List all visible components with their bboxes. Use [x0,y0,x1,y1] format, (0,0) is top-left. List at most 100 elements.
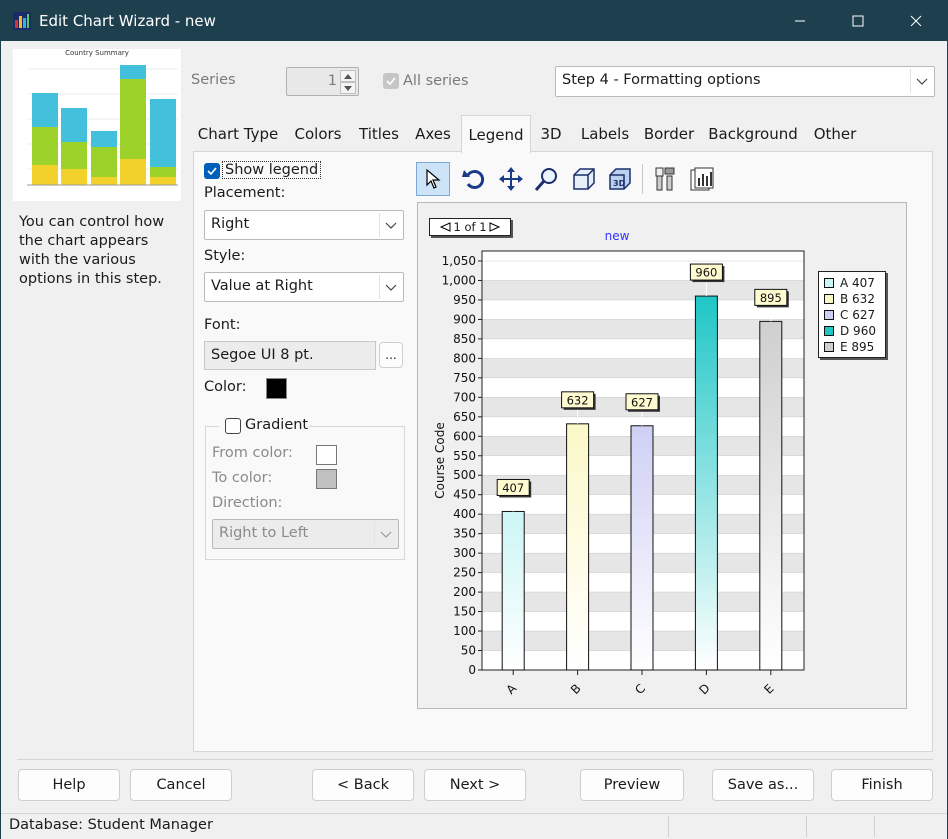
toolbar-separator [642,164,643,194]
y-tick-label: 100 [453,624,476,638]
preview-button[interactable]: Preview [580,769,684,801]
font-browse-button[interactable]: ... [379,342,403,368]
series-spinner[interactable]: 1 [286,67,359,96]
maximize-button[interactable] [829,1,887,41]
tab-colors[interactable]: Colors [287,117,349,151]
show-legend-checkbox[interactable] [204,163,220,179]
y-tick-label: 150 [453,605,476,619]
caret-up-icon [344,73,352,79]
chevron-down-icon [385,284,396,291]
zoom-tool-button[interactable] [530,162,564,196]
chart-legend-list: A 407 B 632 C 627 D 960 E 895 [824,275,880,355]
all-series-label: All series [403,73,469,89]
tools-icon [655,167,675,191]
y-axis-label: Course Code [433,422,447,498]
y-tick-label: 200 [453,585,476,599]
close-button[interactable] [887,1,945,41]
next-button[interactable]: Next > [424,769,526,801]
data-label: 632 [567,393,589,407]
pager-prev-icon[interactable] [439,222,451,232]
tab-legend[interactable]: Legend [461,115,531,153]
x-tick-label: A [504,681,520,697]
rotate-tool-button[interactable] [458,162,492,196]
finish-button[interactable]: Finish [831,769,933,801]
x-tick-label: C [632,681,648,697]
color-label: Color: [204,379,247,395]
style-select[interactable]: Value at Right [204,272,404,302]
placement-value: Right [211,216,250,232]
status-divider [668,816,669,837]
thumbnail-graphic [27,65,178,186]
chevron-down-icon [916,78,927,85]
chevron-down-icon [385,222,396,229]
placement-label: Placement: [204,185,286,201]
placement-select[interactable]: Right [204,210,404,240]
y-axis-ticks: 0 50 100 150 200 250 300 350 400 450 500 550 600 650 7… [442,254,482,677]
caret-down-icon [344,85,352,91]
tab-3d[interactable]: 3D [533,117,569,151]
y-tick-label: 400 [453,507,476,521]
app-icon [13,12,31,30]
tab-border[interactable]: Border [639,117,699,151]
chart-thumbnail: Country Summary [13,49,181,201]
tab-labels[interactable]: Labels [575,117,635,151]
series-label: Series [191,72,236,88]
font-field[interactable]: Segoe UI 8 pt. [204,341,376,370]
from-color-label: From color: [212,445,293,461]
3d-tool-button[interactable]: 3D [603,162,637,196]
tab-titles[interactable]: Titles [355,117,403,151]
series-down-button[interactable] [340,82,356,94]
y-tick-label: 750 [453,371,476,385]
bar-C [630,425,654,671]
y-tick-label: 1,000 [442,273,476,287]
y-tick-label: 300 [453,546,476,560]
move-tool-button[interactable] [494,162,528,196]
gradient-checkbox[interactable] [225,418,241,434]
legend-color-swatch[interactable] [266,378,287,399]
data-label: 407 [502,481,524,495]
save-as-button[interactable]: Save as... [712,769,814,801]
window-title: Edit Chart Wizard - new [39,12,216,30]
check-icon [207,167,217,175]
style-arrow [379,275,401,299]
step-select-value: Step 4 - Formatting options [562,72,761,88]
status-divider [806,816,807,837]
tools-button[interactable] [648,162,682,196]
minimize-button[interactable] [771,1,829,41]
back-button[interactable]: < Back [312,769,414,801]
all-series-checkbox[interactable] [383,73,399,89]
chart-legend: A 407 B 632 C 627 D 960 E 895 [818,271,886,358]
chart-pager[interactable]: 1 of 1 [429,218,511,236]
placement-arrow [379,213,401,237]
legend-entry: D 960 [824,323,880,339]
y-tick-label: 250 [453,566,476,580]
direction-value: Right to Left [219,525,309,541]
3d-box-icon: 3D [609,168,631,190]
tab-background[interactable]: Background [703,117,803,151]
help-button[interactable]: Help [18,769,120,801]
cancel-button[interactable]: Cancel [130,769,232,801]
show-legend-label[interactable]: Show legend [222,161,322,179]
legend-entry: B 632 [824,291,880,307]
data-label: 895 [760,291,782,305]
from-color-swatch[interactable] [316,445,337,465]
data-table-button[interactable] [685,162,719,196]
y-tick-label: 850 [453,332,476,346]
tab-chart-type[interactable]: Chart Type [197,117,279,151]
series-up-button[interactable] [340,70,356,82]
step-select-arrow [910,69,932,93]
pager-next-icon[interactable] [489,222,501,232]
tab-axes[interactable]: Axes [409,117,457,151]
style-label: Style: [204,248,246,264]
step-select[interactable]: Step 4 - Formatting options [555,66,935,97]
legend-entry: C 627 [824,307,880,323]
chevron-down-icon [380,531,391,538]
close-icon [910,15,922,27]
maximize-icon [852,15,864,27]
direction-select[interactable]: Right to Left [212,519,399,549]
pointer-tool-button[interactable] [416,162,450,196]
depth-tool-button[interactable] [567,162,601,196]
tab-other[interactable]: Other [807,117,863,151]
legend-entry-label: B 632 [840,292,875,306]
to-color-swatch[interactable] [316,469,337,489]
